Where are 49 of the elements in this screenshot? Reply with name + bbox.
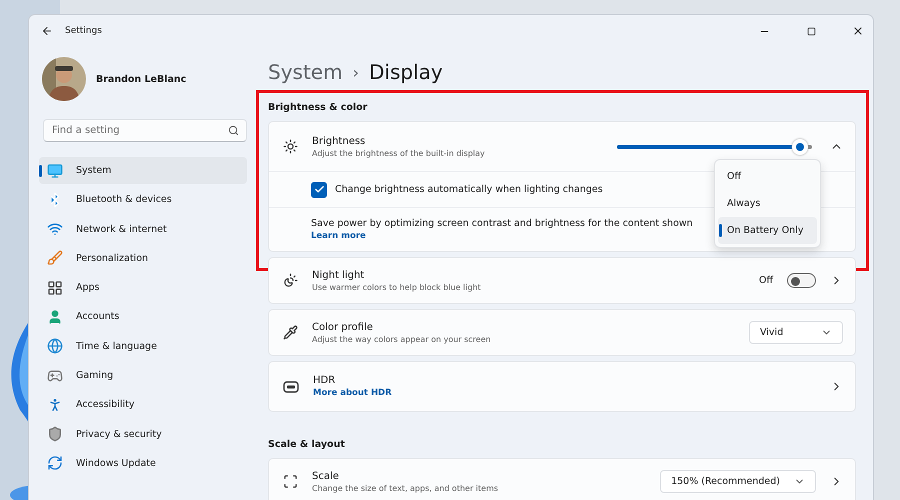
setting-description: Change the size of text, apps, and other items [312,484,500,492]
checkbox-label: Change brightness automatically when lighting changes [335,184,603,195]
user-name: Brandon LeBlanc [96,74,186,84]
sidebar-item[interactable]: Bluetooth & devices [39,186,247,214]
window-title: Settings [65,26,102,36]
hdr-icon [283,380,299,392]
sidebar-item[interactable]: Network & internet [39,216,247,243]
sidebar-item[interactable]: Gaming [39,362,247,390]
breadcrumb-link[interactable]: System [268,60,343,84]
section-title: Scale & layout [268,439,346,450]
setting-title: Brightness [312,136,366,146]
breadcrumb-separator: › [352,62,359,82]
setting-link[interactable]: More about HDR [313,388,816,398]
setting-description: Adjust the way colors appear on your screen [312,334,492,344]
setting-title: Color profile [312,322,374,332]
sidebar-item[interactable]: Privacy & security [39,420,247,448]
scale-icon [283,474,298,489]
setting-description: Save power by optimizing screen contrast and brightness for the content shown [311,218,694,229]
setting-title: Scale [312,470,340,482]
search-field[interactable]: Find a setting [43,119,247,142]
menu-item[interactable]: Always [718,190,817,217]
dropdown[interactable]: Vivid [749,321,843,344]
setting-title: Night light [312,270,366,280]
sidebar-item[interactable]: System [39,157,247,184]
toggle-switch[interactable] [787,273,816,288]
menu-item[interactable]: On Battery Only [718,217,817,244]
menu-item[interactable]: Off [718,163,817,190]
sidebar-item[interactable]: Windows Update [39,450,247,477]
toggle-state: Off [758,275,773,286]
sidebar-item[interactable]: Apps [39,274,247,302]
night-light-icon [283,273,298,288]
sidebar-item[interactable]: Time & language [39,332,247,360]
page-title: Display [369,60,443,84]
eyedropper-icon [283,325,298,340]
sun-icon [283,139,298,154]
dropdown[interactable]: 150% (Recommended) [660,470,816,493]
checkbox[interactable] [311,182,327,198]
search-icon [228,125,239,136]
checkmark-icon [314,184,324,195]
setting-description: Adjust the brightness of the built-in display [312,148,486,158]
setting-description: Use warmer colors to help block blue light [312,282,482,292]
sidebar-item[interactable]: Accessibility [39,391,247,418]
slider-thumb[interactable] [792,138,808,154]
sidebar-item[interactable]: Personalization [39,244,247,272]
section-title: Brightness & color [268,102,368,113]
setting-title: HDR [313,375,336,386]
maximize-icon [806,26,816,36]
close-icon [852,25,864,37]
sidebar-item[interactable]: Accounts [39,303,247,330]
